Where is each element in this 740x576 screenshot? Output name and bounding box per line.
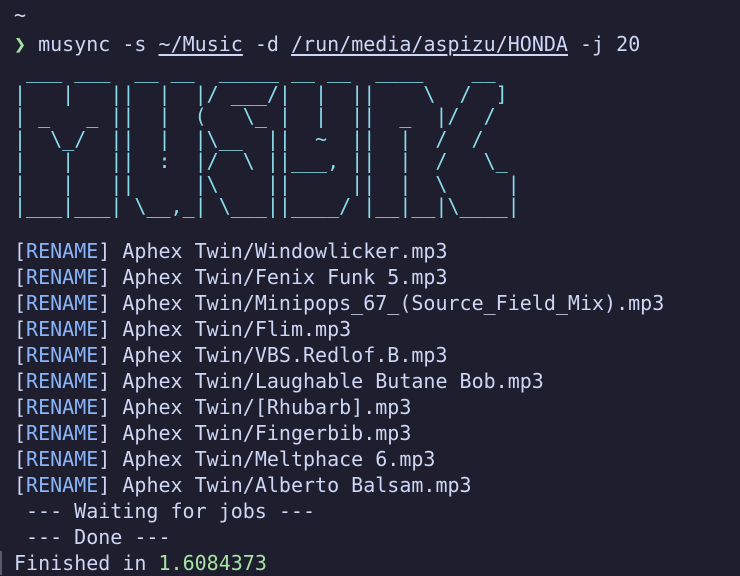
- log-path: Aphex Twin/Laughable Butane Bob.mp3: [122, 369, 544, 393]
- log-row: [RENAME] Aphex Twin/Windowlicker.mp3: [14, 239, 448, 263]
- terminal-window[interactable]: ~ ❯ musync -s ~/Music -d /run/media/aspi…: [0, 0, 740, 576]
- cwd-indicator: ~: [14, 3, 27, 27]
- log-tag: RENAME: [26, 291, 99, 315]
- log-path: Aphex Twin/VBS.Redlof.B.mp3: [122, 343, 448, 367]
- log-path: Aphex Twin/Windowlicker.mp3: [122, 239, 448, 263]
- log-tag: RENAME: [26, 473, 99, 497]
- log-tag: RENAME: [26, 447, 99, 471]
- log-row: [RENAME] Aphex Twin/Meltphace 6.mp3: [14, 447, 436, 471]
- flag-jobs: -j: [580, 32, 605, 56]
- finished-line: Finished in 1.6084373: [14, 550, 267, 576]
- log-path: Aphex Twin/Flim.mp3: [122, 317, 352, 341]
- log-path: Aphex Twin/Meltphace 6.mp3: [122, 447, 436, 471]
- jobs-value: 20: [616, 32, 641, 56]
- flag-dest: -d: [254, 32, 279, 56]
- command-line: ❯ musync -s ~/Music -d /run/media/aspizu…: [14, 31, 640, 57]
- log-row: [RENAME] Aphex Twin/Fingerbib.mp3: [14, 421, 412, 445]
- scroll-marker: [0, 551, 2, 575]
- log-row: [RENAME] Aphex Twin/Flim.mp3: [14, 317, 352, 341]
- flag-source: -s: [122, 32, 147, 56]
- log-output: [RENAME] Aphex Twin/Windowlicker.mp3 [RE…: [14, 238, 664, 498]
- source-path-link[interactable]: ~/Music: [159, 32, 243, 56]
- log-row: [RENAME] Aphex Twin/Alberto Balsam.mp3: [14, 473, 472, 497]
- log-path: Aphex Twin/Fingerbib.mp3: [122, 421, 412, 445]
- log-tag: RENAME: [26, 239, 99, 263]
- musync-ascii-logo: ___ ___ __ __ _____ __ __ ____ __ | | ||…: [14, 59, 520, 218]
- log-path: Aphex Twin/Fenix Funk 5.mp3: [122, 265, 448, 289]
- log-path: Aphex Twin/[Rhubarb].mp3: [122, 395, 412, 419]
- log-row: [RENAME] Aphex Twin/Minipops_67_(Source_…: [14, 291, 665, 315]
- log-row: [RENAME] Aphex Twin/[Rhubarb].mp3: [14, 395, 412, 419]
- finished-label: Finished in: [14, 551, 159, 575]
- log-row: [RENAME] Aphex Twin/Laughable Butane Bob…: [14, 369, 544, 393]
- log-row: [RENAME] Aphex Twin/VBS.Redlof.B.mp3: [14, 343, 448, 367]
- log-path: Aphex Twin/Minipops_67_(Source_Field_Mix…: [122, 291, 665, 315]
- log-tag: RENAME: [26, 395, 99, 419]
- status-done: --- Done ---: [26, 525, 171, 549]
- log-path: Aphex Twin/Alberto Balsam.mp3: [122, 473, 472, 497]
- log-row: [RENAME] Aphex Twin/Fenix Funk 5.mp3: [14, 265, 448, 289]
- log-tag: RENAME: [26, 343, 99, 367]
- log-tag: RENAME: [26, 421, 99, 445]
- log-tag: RENAME: [26, 369, 99, 393]
- log-tag: RENAME: [26, 265, 99, 289]
- status-waiting: --- Waiting for jobs ---: [26, 499, 315, 523]
- prompt-arrow-icon: ❯: [14, 32, 27, 56]
- dest-path-link[interactable]: /run/media/aspizu/HONDA: [291, 32, 568, 56]
- finished-duration: 1.6084373: [158, 551, 267, 575]
- log-tag: RENAME: [26, 317, 99, 341]
- command-program: musync: [38, 32, 111, 56]
